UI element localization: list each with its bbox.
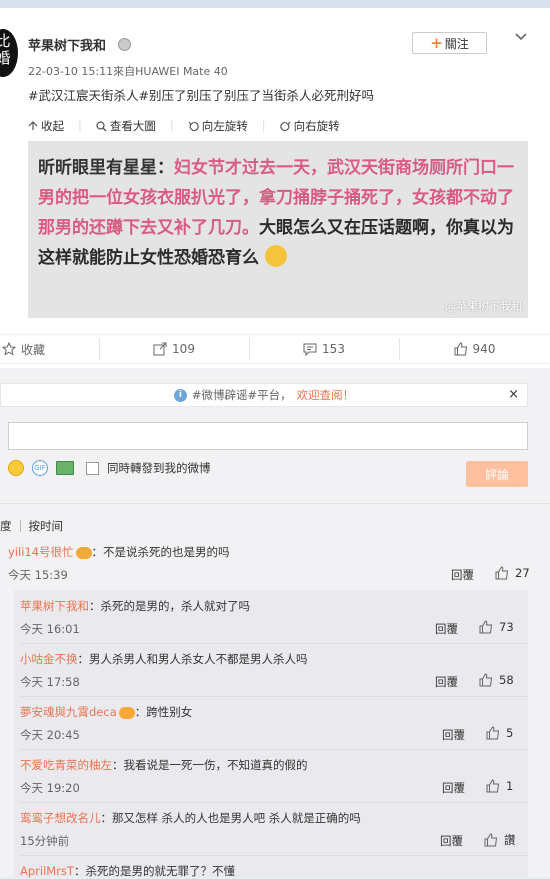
- gif-icon[interactable]: GIF: [32, 460, 48, 476]
- reply-button[interactable]: 回覆: [442, 780, 465, 796]
- user-badge-icon: [118, 38, 131, 51]
- comment-icon: [303, 343, 317, 356]
- favorite-button[interactable]: 收藏: [0, 335, 99, 363]
- image-watermark: @苹果树下我和: [445, 300, 522, 313]
- comment-text: 不爱吃青菜的柚左：我看说是一死一伤，不知道真的假的: [20, 758, 308, 772]
- rotate-left-button[interactable]: 向左旋转: [188, 118, 248, 134]
- grin-emoji-icon: [264, 245, 287, 267]
- view-large-button[interactable]: 查看大圖: [96, 118, 156, 134]
- image-text: 昕昕眼里有星星：妇女节才过去一天，武汉天街商场厕所门口一男的把一位女孩衣服扒光了…: [38, 158, 514, 268]
- submit-comment-button[interactable]: 評論: [466, 461, 528, 487]
- info-icon: i: [173, 388, 187, 402]
- rotate-right-icon: [279, 121, 291, 131]
- comment-like-button[interactable]: 73: [479, 620, 514, 634]
- comment-user[interactable]: 鸾鸾子想改名儿: [20, 811, 101, 825]
- divider: [20, 802, 528, 803]
- divider: [20, 643, 528, 644]
- comment-text: 鸾鸾子想改名儿：那又怎样 杀人的人也是男人吧 杀人就是正确的吗: [20, 811, 361, 825]
- chevron-down-icon[interactable]: [514, 30, 528, 44]
- thumbs-up-icon: [486, 726, 500, 740]
- rotate-right-button[interactable]: 向右旋转: [279, 118, 340, 134]
- comment-like-button[interactable]: 5: [486, 726, 513, 740]
- comment-user[interactable]: 不爱吃青菜的柚左: [20, 758, 112, 772]
- comment-user[interactable]: 夢安魂與九霄deca: [20, 705, 117, 719]
- thumbs-up-icon: [454, 342, 467, 356]
- thumbs-up-icon: [495, 566, 509, 580]
- comment-like-button[interactable]: 讚: [484, 832, 516, 848]
- plus-icon: +: [430, 34, 443, 52]
- thumbs-up-icon: [479, 620, 493, 634]
- composer-tools: GIF 同時轉發到我的微博: [8, 460, 211, 476]
- divider: [20, 855, 528, 856]
- comment-like-button[interactable]: 58: [479, 673, 514, 687]
- comment-input[interactable]: [8, 422, 528, 450]
- vip-badge-icon: [75, 546, 92, 559]
- image-icon[interactable]: [56, 461, 74, 475]
- close-icon[interactable]: ×: [508, 387, 519, 402]
- comment-time: 今天 20:45: [20, 728, 80, 742]
- like-button[interactable]: 940: [399, 335, 550, 363]
- comment-text: yili14号很忙 ：不是说杀死的也是男的吗: [8, 545, 230, 559]
- action-bar: 收藏 109 153 940: [0, 334, 550, 364]
- post-image[interactable]: 昕昕眼里有星星：妇女节才过去一天，武汉天街商场厕所门口一男的把一位女孩衣服扒光了…: [28, 141, 528, 318]
- reply-button[interactable]: 回覆: [451, 567, 474, 583]
- reply-button[interactable]: 回覆: [442, 727, 465, 743]
- divider: [20, 749, 528, 750]
- sort-by-heat[interactable]: 度: [0, 518, 12, 534]
- thumbs-up-icon: [484, 833, 498, 847]
- emoji-icon[interactable]: [8, 460, 24, 476]
- divider: [20, 696, 528, 697]
- arrow-up-icon: [28, 121, 38, 130]
- comment-text: 苹果树下我和：杀死的是男的，杀人就对了吗: [20, 599, 250, 613]
- comment-user[interactable]: AprilMrsT: [20, 864, 74, 878]
- comment-time: 今天 19:20: [20, 781, 80, 795]
- divider: [0, 503, 550, 504]
- repost-checkbox[interactable]: [86, 461, 99, 475]
- comment-user[interactable]: 小咕金不换: [20, 652, 78, 666]
- sort-by-time[interactable]: 按时间: [29, 518, 64, 534]
- comment-time: 今天 16:01: [20, 622, 80, 636]
- comment-time: 15分钟前: [20, 834, 70, 848]
- comment-user[interactable]: yili14号很忙: [8, 545, 74, 559]
- post-text: #武汉江宸天街杀人#别压了别压了别压了当街杀人必死刑好吗: [28, 88, 374, 103]
- repost-icon: [153, 342, 167, 356]
- thumbs-up-icon: [486, 779, 500, 793]
- username[interactable]: 苹果树下我和: [28, 35, 106, 54]
- star-icon: [2, 342, 16, 356]
- rumor-notice-bar: i #微博辟谣#平台， 欢迎查阅！ ×: [0, 383, 528, 407]
- follow-button[interactable]: + 關注: [412, 32, 487, 54]
- notice-link[interactable]: 欢迎查阅！: [297, 387, 355, 403]
- reply-button[interactable]: 回覆: [435, 674, 458, 690]
- thumbs-up-icon: [479, 673, 493, 687]
- comment-button[interactable]: 153: [249, 335, 399, 363]
- media-toolbar: 收起 | 查看大圖 | 向左旋转 | 向右旋转: [28, 118, 340, 134]
- vip-badge-icon: [118, 706, 135, 719]
- comment-user[interactable]: 苹果树下我和: [20, 599, 89, 613]
- repost-checkbox-label: 同時轉發到我的微博: [107, 461, 211, 475]
- repost-button[interactable]: 109: [99, 335, 249, 363]
- page-top-strip: [0, 0, 550, 8]
- reply-button[interactable]: 回覆: [440, 833, 463, 849]
- reply-button[interactable]: 回覆: [435, 621, 458, 637]
- collapse-button[interactable]: 收起: [28, 118, 64, 134]
- comment-like-button[interactable]: 27: [495, 566, 530, 580]
- magnifier-icon: [96, 120, 107, 131]
- rotate-left-icon: [188, 121, 199, 131]
- comment-time: 今天 15:39: [8, 568, 68, 582]
- sort-options: 度 按时间: [0, 518, 63, 534]
- comment-text: 小咕金不换：男人杀男人和男人杀女人不都是男人杀人吗: [20, 652, 308, 666]
- comment-time: 今天 17:58: [20, 675, 80, 689]
- post-meta: 22-03-10 15:11來自HUAWEI Mate 40: [28, 65, 228, 78]
- comment-text: 夢安魂與九霄deca ：跨性别女: [20, 705, 193, 719]
- comment-like-button[interactable]: 1: [486, 779, 513, 793]
